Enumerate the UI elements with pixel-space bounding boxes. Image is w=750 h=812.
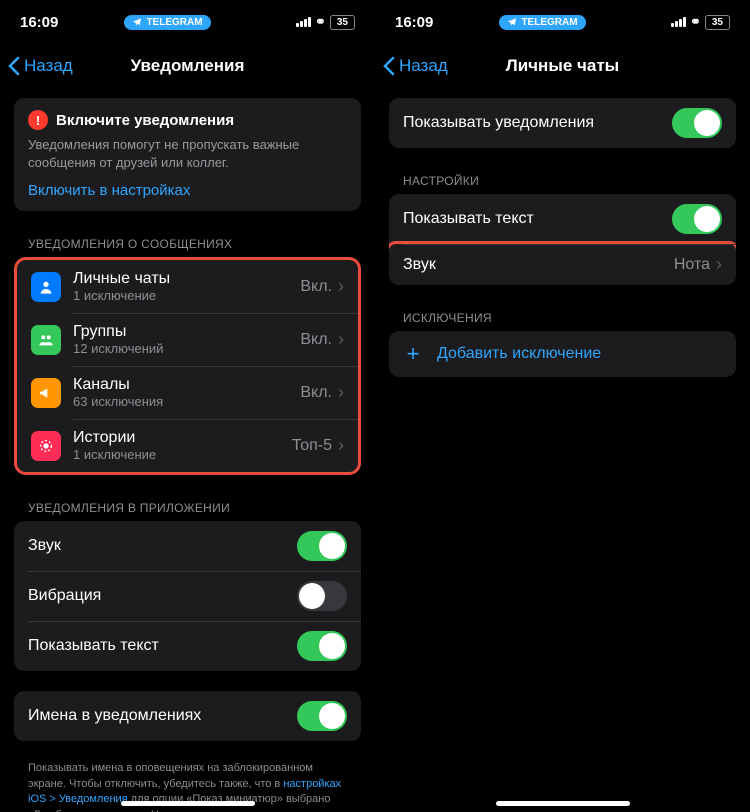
page-title: Уведомления	[131, 56, 245, 76]
show-notifications-group: Показывать уведомления	[389, 98, 736, 148]
show-text-row[interactable]: Показывать текст	[389, 194, 736, 244]
chevron-right-icon: ›	[338, 329, 344, 350]
names-in-notifications-row[interactable]: Имена в уведомлениях	[14, 691, 361, 741]
back-button[interactable]: Назад	[375, 56, 448, 76]
section-header-exceptions: ИСКЛЮЧЕНИЯ	[389, 305, 736, 331]
chevron-left-icon	[8, 56, 20, 76]
section-header-settings: НАСТРОЙКИ	[389, 168, 736, 194]
row-subtitle: 63 исключения	[73, 394, 288, 409]
link-icon: ⚭	[690, 14, 701, 30]
inapp-notifications-group: Звук Вибрация Показывать текст	[14, 521, 361, 671]
megaphone-icon	[31, 378, 61, 408]
show-text-row[interactable]: Показывать текст	[14, 621, 361, 671]
row-title: Группы	[73, 323, 288, 341]
content-scroll[interactable]: ! Включите уведомления Уведомления помог…	[0, 88, 375, 812]
signal-icon	[296, 17, 311, 27]
battery-icon: 35	[705, 15, 730, 30]
nav-bar: Назад Личные чаты	[375, 44, 750, 88]
enable-notifications-warning: ! Включите уведомления Уведомления помог…	[14, 98, 361, 211]
show-notifications-row[interactable]: Показывать уведомления	[389, 98, 736, 148]
nav-bar: Назад Уведомления	[0, 44, 375, 88]
vibration-toggle[interactable]	[297, 581, 347, 611]
status-time: 16:09	[395, 14, 455, 31]
content-scroll[interactable]: Показывать уведомления НАСТРОЙКИ Показыв…	[375, 88, 750, 812]
telegram-icon	[132, 17, 142, 27]
chevron-right-icon: ›	[716, 254, 722, 275]
app-pill[interactable]: TELEGRAM	[499, 15, 585, 30]
show-text-toggle[interactable]	[672, 204, 722, 234]
message-notifications-group: Личные чаты 1 исключение Вкл.› Группы 12…	[14, 257, 361, 475]
settings-notifications-screen: 16:09 TELEGRAM ⚭ 35 Назад Уведомления ! …	[0, 0, 375, 812]
notification-settings-group: Показывать текст Звук Нота›	[389, 194, 736, 285]
row-subtitle: 1 исключение	[73, 288, 288, 303]
chevron-right-icon: ›	[338, 382, 344, 403]
enable-in-settings-link[interactable]: Включить в настройках	[28, 182, 347, 199]
home-indicator[interactable]	[496, 801, 630, 806]
show-notifications-toggle[interactable]	[672, 108, 722, 138]
row-subtitle: 12 исключений	[73, 341, 288, 356]
private-chats-row[interactable]: Личные чаты 1 исключение Вкл.›	[17, 260, 358, 313]
private-chats-settings-screen: 16:09 TELEGRAM ⚭ 35 Назад Личные чаты По…	[375, 0, 750, 812]
warning-text: Уведомления помогут не пропускать важные…	[28, 136, 347, 172]
section-header-messages: УВЕДОМЛЕНИЯ О СООБЩЕНИЯХ	[14, 231, 361, 257]
warning-title: Включите уведомления	[56, 112, 234, 129]
plus-icon: +	[403, 341, 423, 367]
stories-icon	[31, 431, 61, 461]
battery-icon: 35	[330, 15, 355, 30]
status-bar: 16:09 TELEGRAM ⚭ 35	[0, 0, 375, 44]
add-exception-row[interactable]: + Добавить исключение	[389, 331, 736, 377]
page-title: Личные чаты	[506, 56, 619, 76]
names-group: Имена в уведомлениях	[14, 691, 361, 741]
alert-icon: !	[28, 110, 48, 130]
row-title: Каналы	[73, 376, 288, 394]
status-bar: 16:09 TELEGRAM ⚭ 35	[375, 0, 750, 44]
status-indicators: ⚭ 35	[255, 14, 355, 30]
exceptions-group: + Добавить исключение	[389, 331, 736, 377]
channels-row[interactable]: Каналы 63 исключения Вкл.›	[17, 366, 358, 419]
row-title: Истории	[73, 429, 280, 447]
names-toggle[interactable]	[297, 701, 347, 731]
row-subtitle: 1 исключение	[73, 447, 280, 462]
sound-row[interactable]: Звук Нота›	[389, 241, 736, 285]
vibration-row[interactable]: Вибрация	[14, 571, 361, 621]
group-icon	[31, 325, 61, 355]
chevron-right-icon: ›	[338, 435, 344, 456]
sound-toggle[interactable]	[297, 531, 347, 561]
status-indicators: ⚭ 35	[630, 14, 730, 30]
telegram-icon	[507, 17, 517, 27]
section-header-inapp: УВЕДОМЛЕНИЯ В ПРИЛОЖЕНИИ	[14, 495, 361, 521]
sound-row[interactable]: Звук	[14, 521, 361, 571]
show-text-toggle[interactable]	[297, 631, 347, 661]
signal-icon	[671, 17, 686, 27]
link-icon: ⚭	[315, 14, 326, 30]
groups-row[interactable]: Группы 12 исключений Вкл.›	[17, 313, 358, 366]
person-icon	[31, 272, 61, 302]
chevron-left-icon	[383, 56, 395, 76]
status-time: 16:09	[20, 14, 80, 31]
back-button[interactable]: Назад	[0, 56, 73, 76]
chevron-right-icon: ›	[338, 276, 344, 297]
stories-row[interactable]: Истории 1 исключение Топ-5›	[17, 419, 358, 472]
home-indicator[interactable]	[121, 801, 255, 806]
row-title: Личные чаты	[73, 270, 288, 288]
app-pill[interactable]: TELEGRAM	[124, 15, 210, 30]
